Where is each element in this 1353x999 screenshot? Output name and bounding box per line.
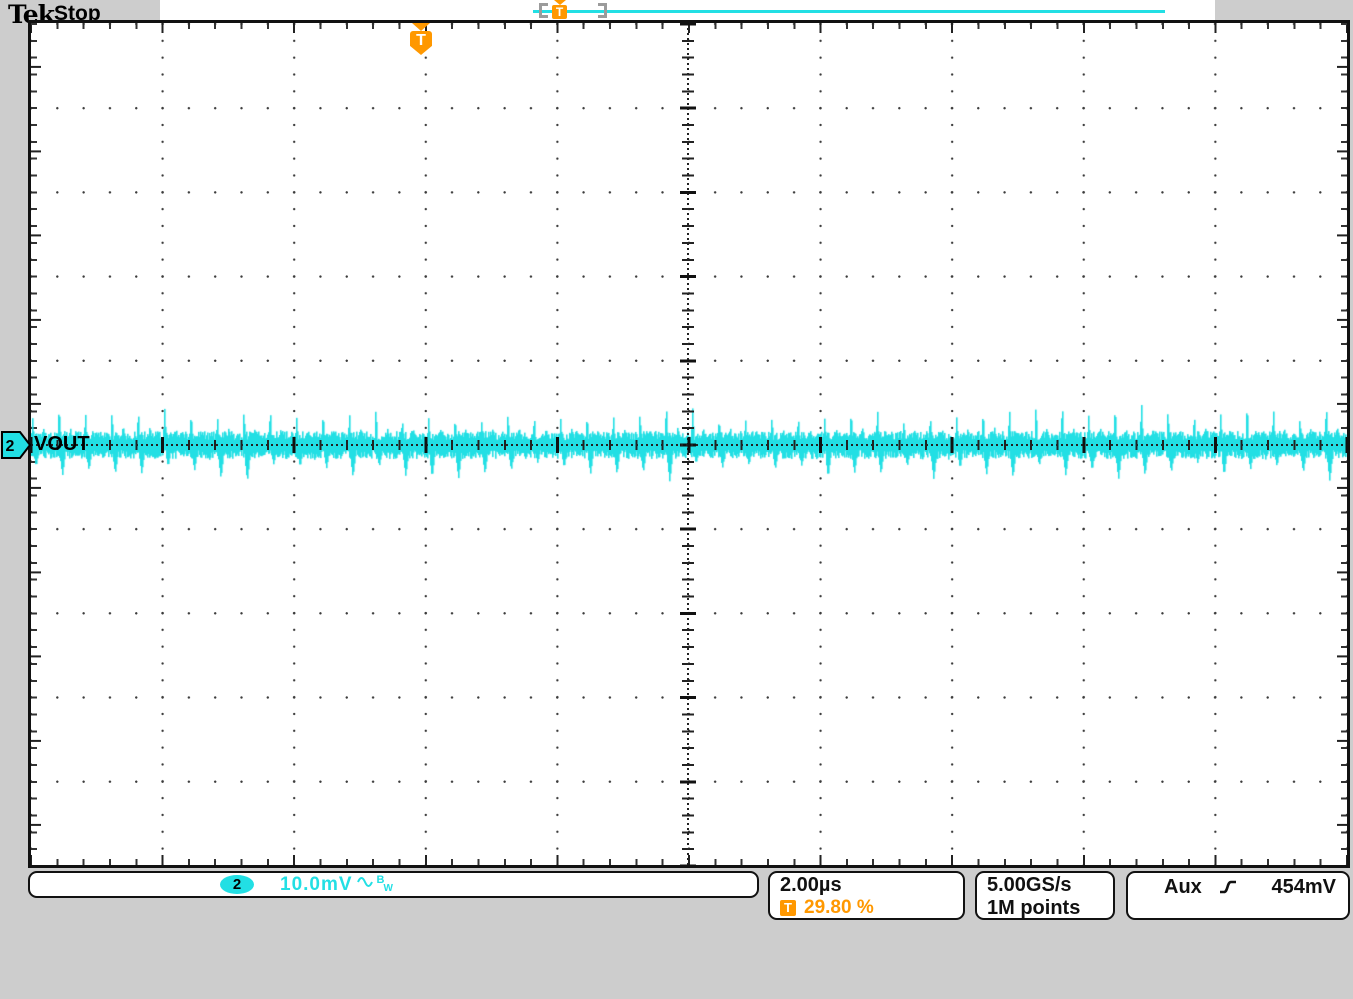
record-view-bar[interactable]	[160, 0, 1215, 20]
trigger-position-readout: 29.80 %	[804, 897, 874, 919]
record-length-readout: 1M points	[987, 897, 1103, 920]
center-horizontal-axis-division-ticks	[31, 437, 1347, 453]
window-bracket-right-icon[interactable]	[598, 3, 607, 18]
timebase-readout: 2.00µs	[780, 874, 953, 897]
bandwidth-limit-icon: BW	[377, 880, 393, 889]
triangle-down-icon	[412, 23, 430, 31]
record-trigger-marker-icon[interactable]: T	[552, 0, 568, 19]
channel-2-badge[interactable]: 2	[220, 875, 254, 894]
oscilloscope-screen: Tek Stop T T VOUT	[0, 0, 1353, 999]
horizontal-readout-box[interactable]: 2.00µs T 29.80 %	[768, 871, 965, 920]
trigger-position-flag[interactable]: T	[410, 23, 432, 55]
rising-edge-icon	[1218, 878, 1238, 901]
trigger-level-readout: 454mV	[1272, 875, 1337, 899]
channel-scale-readout: 10.0mV	[280, 874, 353, 896]
window-bracket-left-icon[interactable]	[539, 3, 548, 18]
acquisition-readout-box[interactable]: 5.00GS/s 1M points	[975, 871, 1115, 920]
ac-coupling-icon	[357, 875, 374, 894]
record-waveform-preview	[533, 10, 1165, 13]
trigger-readout-box[interactable]: Aux 454mV	[1126, 871, 1350, 920]
channel-arrow-icon: 2	[1, 430, 31, 460]
trigger-source-readout: Aux	[1164, 875, 1202, 899]
graticule: T VOUT	[28, 20, 1350, 868]
trigger-icon: T	[780, 900, 796, 916]
channel-2-reference-marker[interactable]: 2	[1, 430, 31, 460]
svg-text:2: 2	[6, 438, 15, 455]
channel-label: VOUT	[34, 433, 90, 456]
sample-rate-readout: 5.00GS/s	[987, 874, 1103, 897]
channel-readout-box[interactable]: 2 10.0mV BW	[28, 871, 759, 898]
